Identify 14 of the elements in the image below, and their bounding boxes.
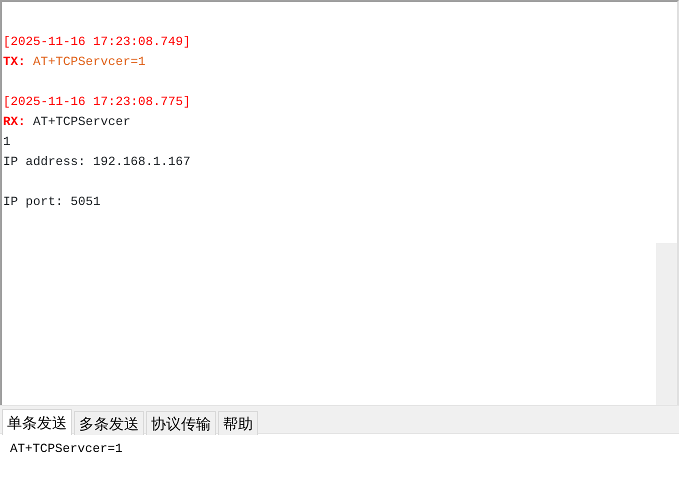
tx-label: TX: bbox=[3, 55, 26, 69]
received-data: AT+TCPServcer bbox=[33, 115, 131, 129]
timestamp: [2025-11-16 17:23:08.749] bbox=[3, 35, 191, 49]
log-text: IP address: 192.168.1.167 bbox=[3, 155, 191, 169]
scrollbar[interactable] bbox=[656, 243, 677, 405]
timestamp: [2025-11-16 17:23:08.775] bbox=[3, 95, 191, 109]
log-text: IP port: 5051 bbox=[3, 195, 101, 209]
sent-data: AT+TCPServcer=1 bbox=[33, 55, 146, 69]
tab[interactable]: 单条发送 bbox=[2, 409, 72, 435]
rx-label: RX: bbox=[3, 115, 26, 129]
tab[interactable]: 多条发送 bbox=[74, 411, 144, 435]
tab[interactable]: 协议传输 bbox=[146, 411, 216, 435]
log-text: 1 bbox=[3, 135, 11, 149]
tab[interactable]: 帮助 bbox=[218, 411, 258, 435]
